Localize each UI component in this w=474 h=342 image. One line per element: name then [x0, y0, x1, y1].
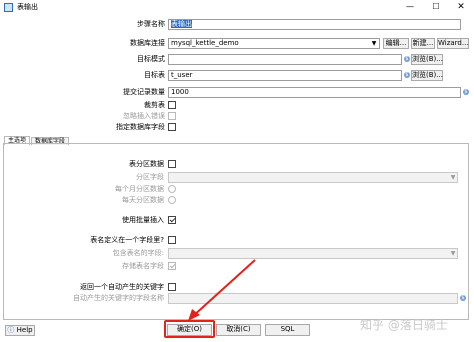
partition-day-label: 每天分区数据	[122, 196, 164, 204]
variable-icon: $	[460, 295, 466, 301]
target-schema-label: 目标模式	[137, 55, 165, 63]
target-schema-input[interactable]	[168, 54, 402, 65]
truncate-label: 裁剪表	[144, 101, 165, 109]
partition-day-radio[interactable]	[168, 196, 176, 204]
maximize-button[interactable]: ☐	[430, 2, 442, 12]
db-connection-label: 数据库连接	[130, 39, 165, 47]
chevron-down-icon[interactable]: ▼	[448, 172, 458, 183]
ignore-errors-checkbox[interactable]	[168, 112, 176, 120]
variable-icon: $	[404, 56, 410, 62]
cancel-button[interactable]: 取消(C)	[216, 324, 261, 336]
window-title: 表输出	[17, 3, 38, 11]
name-in-field-checkbox[interactable]	[168, 236, 176, 244]
specify-fields-label: 指定数据库字段	[116, 123, 165, 131]
minimize-button[interactable]: —	[404, 2, 416, 12]
browse-schema-button[interactable]: 浏览(B)...	[411, 54, 443, 65]
partition-field-label: 分区字段	[136, 173, 164, 181]
truncate-checkbox[interactable]	[168, 101, 176, 109]
variable-icon: $	[463, 89, 469, 95]
partition-month-radio[interactable]	[168, 185, 176, 193]
commit-size-label: 提交记录数量	[123, 88, 165, 96]
step-name-value: 表输出	[171, 20, 192, 28]
edit-button[interactable]: 编辑...	[383, 38, 409, 49]
return-key-field-label: 自动产生的关键字的字段名称	[73, 294, 164, 302]
return-key-checkbox[interactable]	[168, 283, 176, 291]
sql-button[interactable]: SQL	[265, 324, 310, 336]
return-key-label: 返回一个自动产生的关键字	[80, 283, 164, 291]
step-name-label: 步骤名称	[137, 20, 165, 28]
app-icon	[4, 3, 13, 12]
name-in-field-label: 表名定义在一个字段里?	[90, 236, 164, 244]
browse-table-button[interactable]: 浏览(B)...	[411, 70, 443, 81]
variable-icon: $	[404, 72, 410, 78]
new-button[interactable]: 新建...	[411, 38, 435, 49]
ignore-errors-label: 忽略插入错误	[123, 112, 165, 120]
close-button[interactable]: ✕	[454, 2, 468, 12]
store-name-checkbox[interactable]	[168, 262, 176, 270]
partition-checkbox[interactable]	[168, 160, 176, 168]
partition-month-label: 每个月分区数据	[115, 185, 164, 193]
step-name-input[interactable]: 表输出	[168, 19, 461, 30]
db-connection-select[interactable]: mysql_kettle_demo	[168, 38, 380, 49]
target-table-label: 目标表	[144, 71, 165, 79]
name-field-label: 包含表名的字段:	[112, 249, 164, 257]
watermark: 知乎 @落日骑士	[360, 318, 448, 332]
batch-insert-checkbox[interactable]	[168, 216, 176, 224]
partition-label: 表分区数据	[129, 160, 164, 168]
title-bar: 表输出 — ☐ ✕	[0, 0, 474, 14]
specify-fields-checkbox[interactable]	[168, 123, 176, 131]
annotation-arrow	[188, 259, 256, 321]
chevron-down-icon[interactable]: ▼	[369, 38, 379, 49]
chevron-down-icon[interactable]: ▼	[448, 248, 458, 259]
commit-size-input[interactable]: 1000	[168, 87, 461, 98]
batch-insert-label: 使用批量插入	[122, 216, 164, 224]
partition-field-select[interactable]	[168, 172, 458, 183]
help-icon: ⓘ	[7, 326, 17, 334]
store-name-label: 存储表名字段	[122, 262, 164, 270]
help-label: Help	[16, 326, 33, 334]
wizard-button[interactable]: Wizard...	[437, 38, 469, 49]
help-button[interactable]: ⓘ Help	[5, 325, 35, 336]
target-table-input[interactable]: t_user	[168, 70, 402, 81]
